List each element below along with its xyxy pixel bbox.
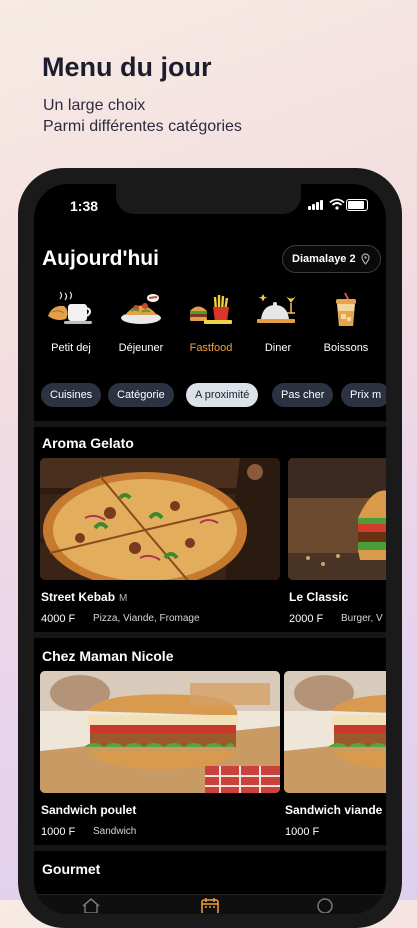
location-label: Diamalaye 2	[292, 253, 356, 265]
filter-chip-categorie[interactable]: Catégorie	[108, 383, 174, 407]
menu-item-tags: Sandwich	[93, 826, 137, 837]
phone-frame: 1:38 Aujourd'hui Diamalaye 2 Petit dej D…	[18, 168, 402, 928]
promo-title: Menu du jour	[42, 52, 212, 82]
menu-item-name: Street Kebab M	[41, 590, 128, 604]
menu-item-tags: Pizza, Viande, Fromage	[93, 613, 200, 624]
food-image	[40, 671, 280, 793]
food-image	[288, 458, 386, 580]
page-title: Aujourd'hui	[42, 247, 159, 270]
promo-subtitle-line-1: Un large choix	[43, 97, 146, 114]
category-breakfast[interactable]: Petit dej	[38, 291, 104, 354]
filter-chips: Cuisines Catégorie A proximité Pas cher …	[41, 383, 386, 409]
divider	[34, 845, 386, 851]
wifi-icon	[329, 198, 345, 210]
calendar-icon[interactable]	[200, 897, 220, 913]
category-fastfood[interactable]: Fastfood	[178, 291, 244, 354]
category-label: Déjeuner	[118, 342, 164, 354]
search-icon[interactable]	[316, 897, 336, 913]
status-icons	[308, 198, 368, 212]
dinner-icon	[257, 294, 296, 323]
item-badge: M	[119, 593, 128, 604]
category-lunch[interactable]: Déjeuner	[108, 291, 174, 354]
bottom-tab-bar	[34, 894, 386, 914]
divider	[34, 632, 386, 638]
category-label: Fastfood	[189, 342, 233, 354]
menu-item-price: 2000 F	[289, 613, 324, 625]
fastfood-icon	[190, 295, 232, 324]
category-dinner[interactable]: Diner	[245, 291, 311, 354]
filter-chip-prix[interactable]: Prix m	[341, 383, 386, 407]
breakfast-icon	[48, 291, 92, 324]
section-title: Gourmet	[42, 861, 101, 877]
section-title: Aroma Gelato	[42, 435, 134, 451]
filter-chip-cuisines[interactable]: Cuisines	[41, 383, 102, 407]
filter-chip-a-proximite[interactable]: A proximité	[186, 383, 259, 407]
category-label: Diner	[264, 342, 292, 354]
app-screen: 1:38 Aujourd'hui Diamalaye 2 Petit dej D…	[34, 184, 386, 914]
food-image	[40, 458, 280, 580]
drinks-icon	[336, 292, 356, 326]
location-pin-icon	[361, 253, 370, 265]
promo-subtitle: Un large choix Parmi différentes catégor…	[43, 95, 242, 137]
section-title: Chez Maman Nicole	[42, 648, 174, 664]
category-label: Boissons	[323, 342, 369, 354]
status-time: 1:38	[70, 198, 99, 214]
menu-item-name: Sandwich poulet	[41, 803, 137, 817]
category-drinks[interactable]: Boissons	[313, 291, 379, 354]
category-label: Petit dej	[51, 342, 91, 354]
filter-chip-pas-cher[interactable]: Pas cher	[272, 383, 334, 407]
category-row: Petit dej Déjeuner Fastfood Diner Boisso…	[34, 291, 386, 354]
menu-item-name: Le Classic	[289, 590, 349, 604]
notch	[116, 184, 301, 214]
menu-item-name: Sandwich viande	[285, 803, 383, 817]
menu-item-tags: Burger, V	[341, 613, 383, 624]
menu-item-price: 1000 F	[41, 826, 76, 838]
menu-item-price: 4000 F	[41, 613, 76, 625]
location-selector[interactable]: Diamalaye 2	[282, 245, 381, 273]
lunch-icon	[121, 294, 161, 324]
food-image	[284, 671, 386, 793]
menu-item-price: 1000 F	[285, 826, 320, 838]
home-icon[interactable]	[81, 897, 101, 913]
battery-icon	[346, 199, 368, 211]
promo-subtitle-line-2: Parmi différentes catégories	[43, 118, 242, 135]
divider	[34, 421, 386, 427]
